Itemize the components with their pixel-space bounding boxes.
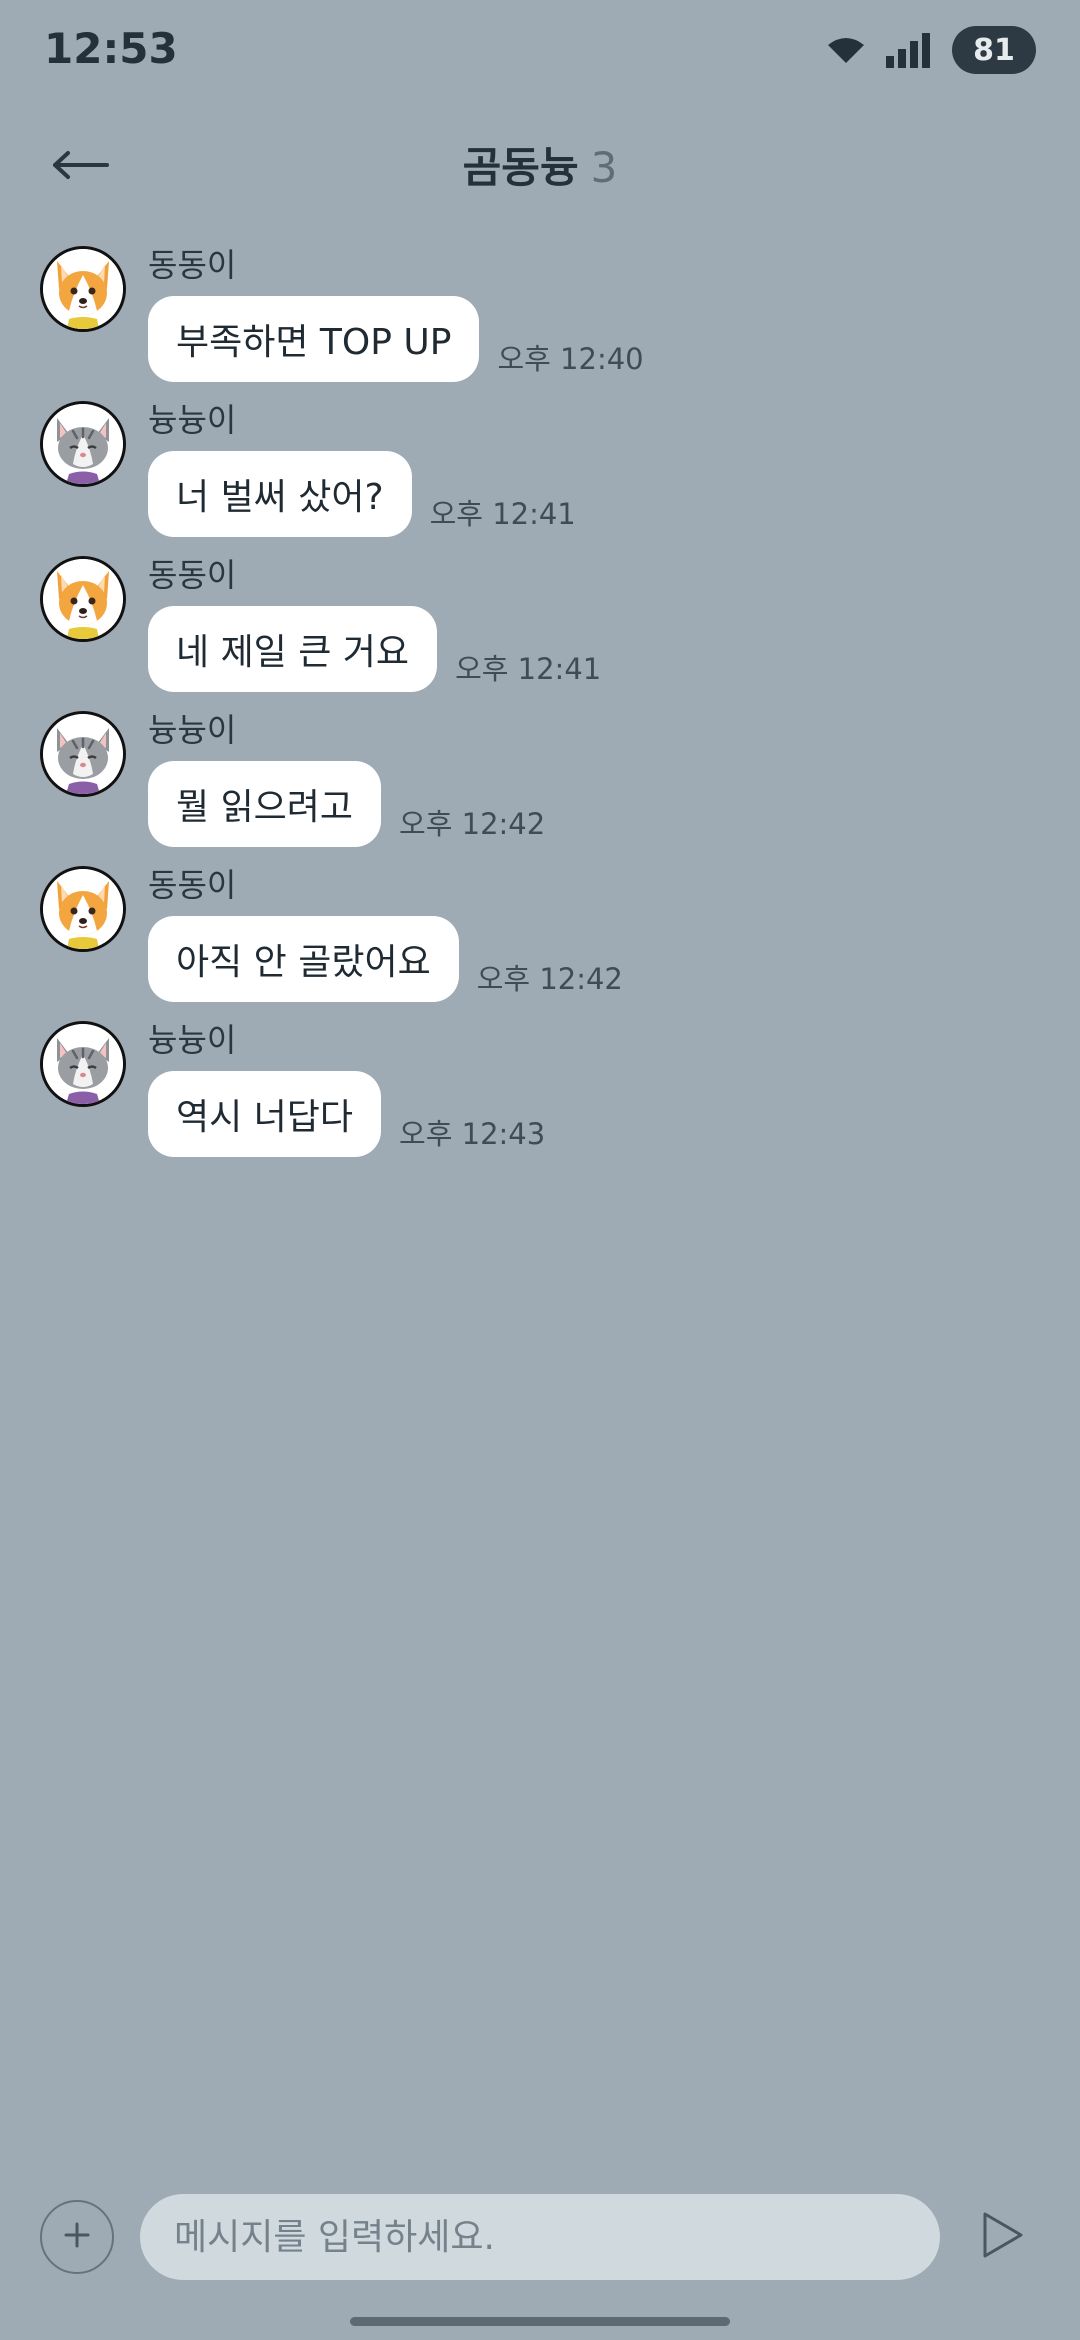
message-bubble[interactable]: 아직 안 골랐어요 xyxy=(148,916,459,1002)
message-bubble[interactable]: 네 제일 큰 거요 xyxy=(148,606,438,692)
sender-name: 늉늉이 xyxy=(148,401,237,439)
message-bubble[interactable]: 뭘 읽으려고 xyxy=(148,761,382,847)
corgi-avatar[interactable] xyxy=(40,866,126,952)
sender-name: 동동이 xyxy=(148,246,237,284)
member-count: 3 xyxy=(590,143,618,192)
status-time: 12:53 xyxy=(44,24,178,73)
bubble-row: 아직 안 골랐어요 오후 12:42 xyxy=(148,916,623,1002)
message-input[interactable] xyxy=(140,2194,940,2280)
message-item: 동동이 네 제일 큰 거요 오후 12:41 xyxy=(0,550,1080,700)
corgi-avatar[interactable] xyxy=(40,556,126,642)
message-time: 오후 12:42 xyxy=(399,807,546,841)
message-bubble[interactable]: 부족하면 TOP UP xyxy=(148,296,480,382)
chat-title: 곰동늉 xyxy=(462,143,579,192)
send-button[interactable] xyxy=(970,2206,1036,2268)
message-item: 늉늉이 뭘 읽으려고 오후 12:42 xyxy=(0,705,1080,855)
message-item: 동동이 아직 안 골랐어요 오후 12:42 xyxy=(0,860,1080,1010)
signal-icon xyxy=(886,32,932,68)
bubble-row: 역시 너답다 오후 12:43 xyxy=(148,1071,545,1157)
cat-avatar[interactable] xyxy=(40,711,126,797)
status-icons: 81 xyxy=(826,24,1036,76)
send-icon xyxy=(981,2210,1025,2264)
header-title-group: 곰동늉 3 xyxy=(0,134,1080,195)
sender-name: 동동이 xyxy=(148,556,237,594)
message-item: 동동이 부족하면 TOP UP 오후 12:40 xyxy=(0,240,1080,390)
battery-badge: 81 xyxy=(952,26,1036,74)
bubble-row: 네 제일 큰 거요 오후 12:41 xyxy=(148,606,601,692)
message-time: 오후 12:40 xyxy=(497,342,644,376)
message-time: 오후 12:42 xyxy=(476,962,623,996)
message-bubble[interactable]: 역시 너답다 xyxy=(148,1071,382,1157)
home-indicator[interactable] xyxy=(350,2317,730,2326)
corgi-avatar[interactable] xyxy=(40,246,126,332)
wifi-icon xyxy=(826,35,866,65)
message-composer xyxy=(0,2192,1080,2282)
cat-avatar[interactable] xyxy=(40,401,126,487)
bubble-row: 너 벌써 샀어? 오후 12:41 xyxy=(148,451,576,537)
sender-name: 동동이 xyxy=(148,866,237,904)
message-bubble[interactable]: 너 벌써 샀어? xyxy=(148,451,412,537)
message-time: 오후 12:43 xyxy=(399,1117,546,1151)
status-bar: 12:53 81 xyxy=(0,0,1080,100)
chat-header: 곰동늉 3 xyxy=(0,112,1080,218)
plus-icon xyxy=(62,2220,92,2254)
sender-name: 늉늉이 xyxy=(148,711,237,749)
bubble-row: 뭘 읽으려고 오후 12:42 xyxy=(148,761,545,847)
attach-button[interactable] xyxy=(40,2200,114,2274)
cat-avatar[interactable] xyxy=(40,1021,126,1107)
message-time: 오후 12:41 xyxy=(429,497,576,531)
message-item: 늉늉이 너 벌써 샀어? 오후 12:41 xyxy=(0,395,1080,545)
sender-name: 늉늉이 xyxy=(148,1021,237,1059)
message-item: 늉늉이 역시 너답다 오후 12:43 xyxy=(0,1015,1080,1165)
message-time: 오후 12:41 xyxy=(455,652,602,686)
bubble-row: 부족하면 TOP UP 오후 12:40 xyxy=(148,296,644,382)
